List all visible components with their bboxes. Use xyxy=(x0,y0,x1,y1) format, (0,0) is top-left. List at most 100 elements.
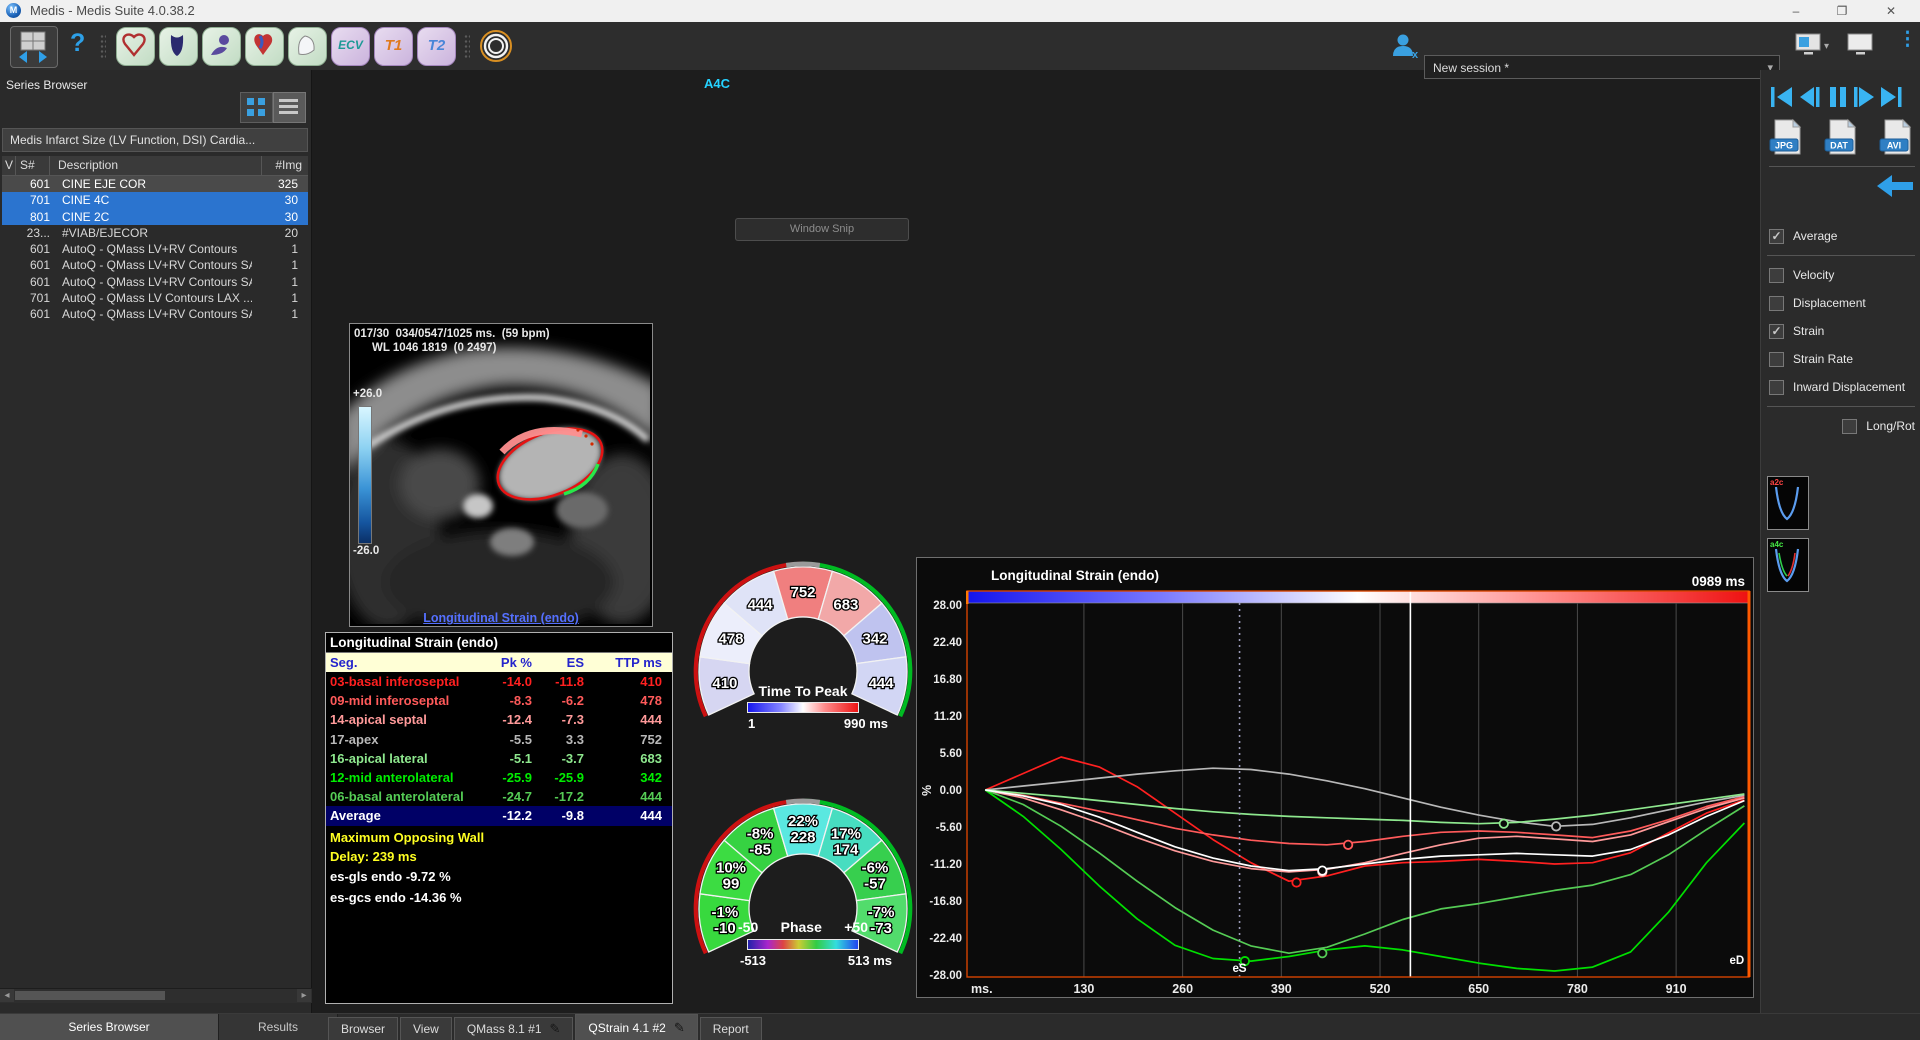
rings-icon[interactable] xyxy=(478,28,514,69)
strain-average-row: Average-12.2-9.8444 xyxy=(326,806,672,825)
main-toolbar: ? ECV T1 T2 xyxy=(0,22,1920,70)
checkbox-displacement[interactable]: Displacement xyxy=(1763,289,1919,317)
phase-max-pct: +50 xyxy=(844,919,868,935)
app-anatomy-icon[interactable] xyxy=(245,27,284,66)
app-tab-qmass-8-1-1[interactable]: QMass 8.1 #1✎ xyxy=(454,1017,574,1040)
study-tab[interactable]: Medis Infarct Size (LV Function, DSI) Ca… xyxy=(2,128,308,152)
checkbox-velocity[interactable]: Velocity xyxy=(1763,261,1919,289)
opposing-wall-note: Delay: 239 ms xyxy=(326,847,672,866)
app-membrane-icon[interactable] xyxy=(288,27,327,66)
svg-text:DAT: DAT xyxy=(1830,141,1848,151)
series-row[interactable]: 23...#VIAB/EJECOR20 xyxy=(2,225,308,241)
checkbox-label: Displacement xyxy=(1793,296,1866,310)
app-tab-browser[interactable]: Browser xyxy=(328,1017,398,1040)
checkbox-icon[interactable]: ✓ xyxy=(1769,324,1784,339)
panel-tab-series-browser[interactable]: Series Browser xyxy=(0,1014,219,1040)
list-view-button[interactable] xyxy=(273,92,306,123)
strain-chart-panel[interactable]: 28.0022.4016.8011.205.600.00-5.60-11.20-… xyxy=(916,557,1754,998)
series-row[interactable]: 601CINE EJE COR325 xyxy=(2,176,308,192)
series-row[interactable]: 601AutoQ - QMass LV+RV Contours SAX1 xyxy=(2,257,308,273)
app-flow-icon[interactable] xyxy=(202,27,241,66)
app-tab-qstrain-4-1-2[interactable]: QStrain 4.1 #2✎ xyxy=(575,1014,697,1040)
y-tick-label: -28.00 xyxy=(929,970,962,982)
series-row[interactable]: 601AutoQ - QMass LV+RV Contours SAX1 xyxy=(2,306,308,322)
minimize-button[interactable]: – xyxy=(1779,0,1813,22)
series-row[interactable]: 701CINE 4C30 xyxy=(2,192,308,208)
app-ecv-icon[interactable]: ECV xyxy=(331,27,370,66)
checkbox-icon[interactable] xyxy=(1769,268,1784,283)
phase-marker-label: eD xyxy=(1730,955,1745,967)
thumbnail-label: a2c xyxy=(1770,478,1783,487)
ttp-arch-graphic: 410478444752683342444 xyxy=(690,549,916,785)
peak-marker xyxy=(1318,949,1326,957)
app-t1-icon[interactable]: T1 xyxy=(374,27,413,66)
checkbox-icon[interactable] xyxy=(1842,419,1857,434)
checkbox-icon[interactable]: ✓ xyxy=(1769,229,1784,244)
thumbnail-view-button[interactable] xyxy=(240,92,273,123)
help-button[interactable]: ? xyxy=(70,29,85,58)
series-table-header: V S# Description #Img xyxy=(2,156,308,176)
checkbox-inward-displacement[interactable]: Inward Displacement xyxy=(1763,373,1919,401)
scroll-left-button[interactable]: ◂ xyxy=(0,989,14,1002)
series-row[interactable]: 601AutoQ - QMass LV+RV Contours1 xyxy=(2,241,308,257)
scroll-right-button[interactable]: ▸ xyxy=(297,989,311,1002)
screen-button[interactable] xyxy=(1845,31,1877,64)
strain-row: 16-apical lateral-5.1-3.7683 xyxy=(326,749,672,768)
checkbox-average[interactable]: ✓Average xyxy=(1763,222,1919,250)
peak-marker xyxy=(1344,841,1352,849)
y-tick-label: 22.40 xyxy=(933,637,962,649)
export-dat-button[interactable]: DAT xyxy=(1824,118,1858,163)
series-row[interactable]: 701AutoQ - QMass LV Contours LAX ...1 xyxy=(2,290,308,306)
checkbox-icon[interactable] xyxy=(1769,296,1784,311)
arch-segment-value: 683 xyxy=(833,597,858,614)
playback-controls[interactable] xyxy=(1771,84,1911,110)
arch-segment-value: -1%-10 xyxy=(712,904,739,937)
session-combobox[interactable]: New session * ▾ xyxy=(1424,55,1780,79)
horizontal-scrollbar[interactable]: ◂ ▸ xyxy=(0,988,312,1003)
phase-title: Phase xyxy=(781,919,822,935)
back-arrow-button[interactable] xyxy=(1877,174,1913,198)
divider xyxy=(1767,255,1915,256)
app-tab-view[interactable]: View xyxy=(400,1017,452,1040)
frame-info-text: 017/30 034/0547/1025 ms. (59 bpm) xyxy=(354,328,550,340)
svg-text:AVI: AVI xyxy=(1887,141,1901,151)
close-button[interactable]: ✕ xyxy=(1874,0,1908,22)
series-row[interactable]: 801CINE 2C30 xyxy=(2,209,308,225)
export-jpg-button[interactable]: JPG xyxy=(1769,118,1803,163)
view-thumbnail-a2c[interactable]: a2c xyxy=(1767,476,1809,530)
checkbox-icon[interactable] xyxy=(1769,352,1784,367)
view-thumbnail-a4c[interactable]: a4c xyxy=(1767,538,1809,592)
x-axis-label: ms. xyxy=(971,982,993,996)
strain-row: 09-mid inferoseptal-8.3-6.2478 xyxy=(326,691,672,710)
y-tick-label: -11.20 xyxy=(930,859,962,871)
scrollbar-thumb[interactable] xyxy=(15,991,165,1000)
checkbox-label: Velocity xyxy=(1793,268,1834,282)
checkbox-strain[interactable]: ✓ Strain xyxy=(1763,317,1919,345)
cine-image-viewport[interactable]: 017/30 034/0547/1025 ms. (59 bpm) WL 104… xyxy=(349,323,653,627)
panel-tab-results[interactable]: Results xyxy=(219,1014,338,1040)
checkbox-long-rot[interactable]: Long/Rot xyxy=(1763,412,1919,440)
layout-button[interactable] xyxy=(10,26,58,68)
more-menu-button[interactable]: ⋮ xyxy=(1898,28,1917,51)
end-session-user-icon[interactable]: x xyxy=(1390,30,1420,65)
layout-select-button[interactable]: ▾ xyxy=(1794,31,1836,64)
app-tab-report[interactable]: Report xyxy=(700,1017,762,1040)
maximize-button[interactable]: ❐ xyxy=(1825,0,1859,22)
series-list: 601CINE EJE COR325701CINE 4C30801CINE 2C… xyxy=(2,176,308,323)
checkbox-icon[interactable] xyxy=(1769,380,1784,395)
session-value: New session * xyxy=(1433,61,1509,75)
series-row[interactable]: 601AutoQ - QMass LV+RV Contours SAX1 xyxy=(2,274,308,290)
col-description: Description xyxy=(50,156,262,175)
y-tick-label: -22.40 xyxy=(929,933,962,945)
peak-marker xyxy=(1292,878,1300,886)
checkbox-label: Strain xyxy=(1793,324,1824,338)
checkbox-strain-rate[interactable]: Strain Rate xyxy=(1763,345,1919,373)
app-t2-icon[interactable]: T2 xyxy=(417,27,456,66)
phase-arch-graphic: -1%-1010%99-8%-8522%22817%174-6%-57-7%-7… xyxy=(690,786,916,1022)
export-avi-button[interactable]: AVI xyxy=(1879,118,1913,163)
step-back-icon xyxy=(1800,87,1814,107)
app-ventricle-icon[interactable] xyxy=(159,27,198,66)
app-lv-function-icon[interactable] xyxy=(116,27,155,66)
cine-caption-link[interactable]: Longitudinal Strain (endo) xyxy=(350,611,652,625)
strain-row: 03-basal inferoseptal-14.0-11.8410 xyxy=(326,672,672,691)
